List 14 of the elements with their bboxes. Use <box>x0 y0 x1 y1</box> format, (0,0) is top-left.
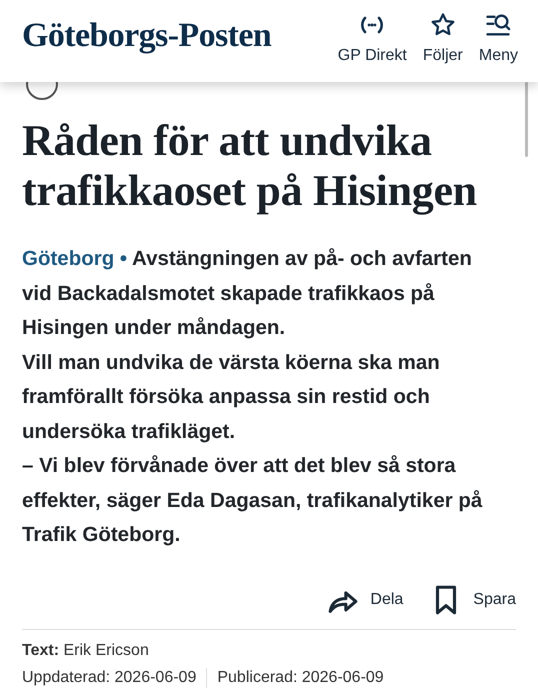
headline: Råden för att undvika trafikkaoset på Hisingen <box>22 116 478 216</box>
lead-paragraph: – Vi blev förvånade över att det blev så stora effekter, säger Eda Dagasan, trafikanalytiker på Trafik Göteborg. <box>22 453 484 548</box>
lead-paragraph: Göteborg • Avstängningen av på- och avfarten vid Backadalsmotet skapade trafikkaos på Hisingen under måndagen. <box>22 246 473 341</box>
date-text: Uppdaterad: 2026-06-09 <box>22 668 196 686</box>
byline: Text: Erik Ericson <box>22 640 150 660</box>
site-logo[interactable]: Göteborgs-Posten <box>22 17 272 55</box>
dateline-link[interactable]: Göteborg • <box>22 247 128 270</box>
nav-button[interactable]: Meny <box>478 11 518 65</box>
date-text: Publicerad: 2026-06-09 <box>217 668 384 686</box>
lead-paragraph: Vill man undvika de värsta köerna ska man framförallt försöka anpassa sin restid och undersöka trafikläget. <box>22 350 441 444</box>
share-button[interactable]: Dela <box>326 582 404 616</box>
nav-button[interactable]: GP Direkt <box>338 11 407 65</box>
save-button[interactable]: Spara <box>429 582 516 616</box>
nav-button[interactable]: Följer <box>422 11 463 65</box>
